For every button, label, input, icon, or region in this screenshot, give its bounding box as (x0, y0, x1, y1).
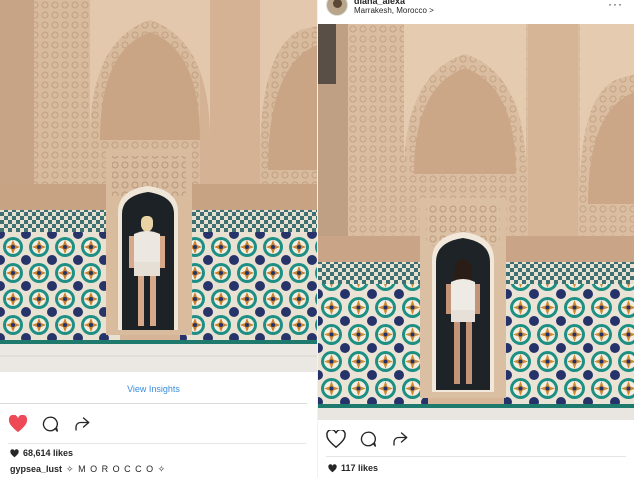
more-icon[interactable]: ··· (608, 0, 623, 11)
comment-icon[interactable] (358, 429, 378, 449)
heart-icon[interactable] (8, 414, 28, 434)
header-location[interactable]: Marrakesh, Morocco > (354, 6, 434, 15)
left-post: View Insights 68,614 likes gypsea_lust ✧ … (0, 0, 317, 478)
caption-username[interactable]: gypsea_lust (10, 464, 62, 474)
post-photo[interactable] (0, 0, 317, 372)
likes-count[interactable]: 68,614 likes (10, 448, 73, 458)
photo-riad-doorway (0, 0, 317, 372)
location-label: Marrakesh, Morocco (354, 6, 427, 15)
right-post: diana_alexa Marrakesh, Morocco > ··· 117… (317, 0, 634, 478)
caption-text: ✧ M O R O C C O ✧ (66, 464, 167, 474)
divider (326, 456, 626, 457)
likes-count[interactable]: 117 likes (328, 463, 378, 473)
comment-icon[interactable] (40, 414, 60, 434)
divider (8, 443, 306, 444)
photo-riad-doorway (318, 24, 634, 420)
share-icon[interactable] (72, 414, 92, 434)
likes-label: 117 likes (341, 463, 379, 473)
view-insights-link[interactable]: View Insights (0, 374, 307, 404)
avatar[interactable] (326, 0, 348, 16)
heart-icon (328, 463, 337, 473)
post-header: diana_alexa Marrakesh, Morocco > ··· (318, 0, 634, 24)
heart-icon[interactable] (326, 429, 346, 449)
action-bar (326, 428, 422, 450)
caption: gypsea_lust ✧ M O R O C C O ✧ (10, 464, 166, 475)
likes-label: 68,614 likes (23, 448, 74, 458)
action-bar (8, 413, 104, 435)
chevron-right-icon: > (429, 6, 434, 15)
heart-icon (10, 448, 19, 458)
share-icon[interactable] (390, 429, 410, 449)
post-photo[interactable] (318, 24, 634, 420)
